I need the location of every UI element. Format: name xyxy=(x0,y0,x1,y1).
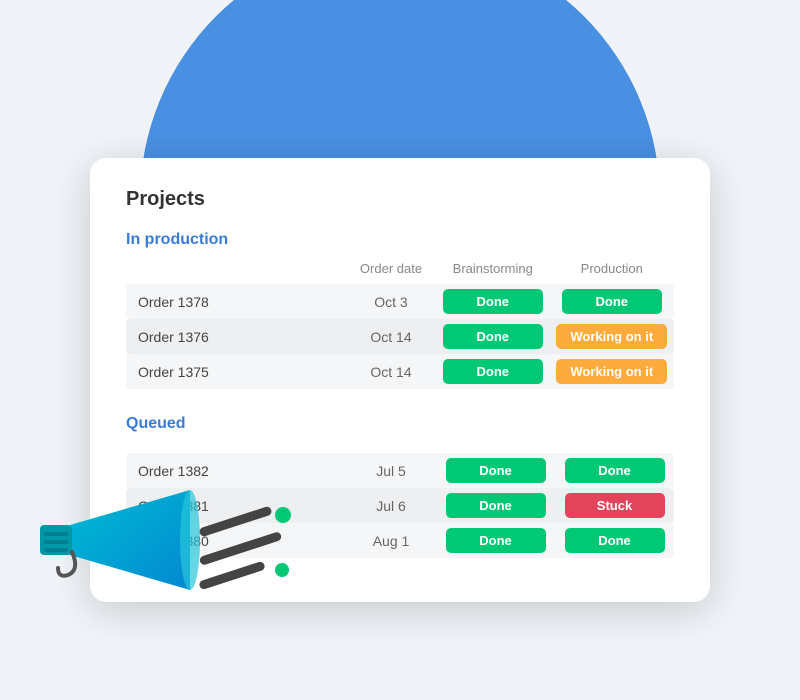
notification-decoration xyxy=(198,517,283,580)
production-status: Working on it xyxy=(550,354,674,389)
order-date: Jul 6 xyxy=(346,488,436,523)
brainstorming-status: Done xyxy=(436,488,555,523)
order-date: Aug 1 xyxy=(346,523,436,558)
col-date-header: Order date xyxy=(346,257,436,284)
col-production-header: Production xyxy=(550,257,674,284)
brainstorming-status: Done xyxy=(436,319,550,354)
production-status: Working on it xyxy=(550,319,674,354)
badge-done: Done xyxy=(443,289,543,314)
badge-working: Working on it xyxy=(556,324,667,349)
notification-dot-1 xyxy=(275,507,291,523)
brainstorming-status: Done xyxy=(436,354,550,389)
production-status: Done xyxy=(555,453,674,488)
notification-dot-2 xyxy=(275,563,289,577)
section-label-in-production: In production xyxy=(126,231,674,249)
col-production-header-q xyxy=(555,441,674,453)
badge-done: Done xyxy=(565,458,665,483)
order-date: Oct 3 xyxy=(346,284,436,319)
order-date: Jul 5 xyxy=(346,453,436,488)
table-row: Order 1375 Oct 14 Done Working on it xyxy=(126,354,674,389)
badge-done: Done xyxy=(443,324,543,349)
col-brainstorming-header: Brainstorming xyxy=(436,257,550,284)
badge-stuck: Stuck xyxy=(565,493,665,518)
notification-line-2 xyxy=(199,531,283,566)
badge-working: Working on it xyxy=(556,359,667,384)
brainstorming-status: Done xyxy=(436,284,550,319)
production-status: Done xyxy=(555,523,674,558)
in-production-table: Order date Brainstorming Production Orde… xyxy=(126,257,674,389)
order-date: Oct 14 xyxy=(346,319,436,354)
order-date: Oct 14 xyxy=(346,354,436,389)
production-status: Stuck xyxy=(555,488,674,523)
brainstorming-status: Done xyxy=(436,523,555,558)
col-order-header-q xyxy=(126,441,346,453)
brainstorming-status: Done xyxy=(436,453,555,488)
table-row: Order 1378 Oct 3 Done Done xyxy=(126,284,674,319)
table-row: Order 1376 Oct 14 Done Working on it xyxy=(126,319,674,354)
order-name: Order 1376 xyxy=(126,319,346,354)
col-order-header xyxy=(126,257,346,284)
col-date-header-q xyxy=(346,441,436,453)
badge-done: Done xyxy=(565,528,665,553)
production-status: Done xyxy=(550,284,674,319)
section-label-queued: Queued xyxy=(126,415,674,433)
card-title: Projects xyxy=(126,188,674,211)
badge-done: Done xyxy=(562,289,662,314)
badge-done: Done xyxy=(446,493,546,518)
megaphone-icon xyxy=(30,480,210,620)
order-name: Order 1375 xyxy=(126,354,346,389)
badge-done: Done xyxy=(446,528,546,553)
badge-done: Done xyxy=(446,458,546,483)
badge-done: Done xyxy=(443,359,543,384)
col-brainstorming-header-q xyxy=(436,441,555,453)
order-name: Order 1378 xyxy=(126,284,346,319)
